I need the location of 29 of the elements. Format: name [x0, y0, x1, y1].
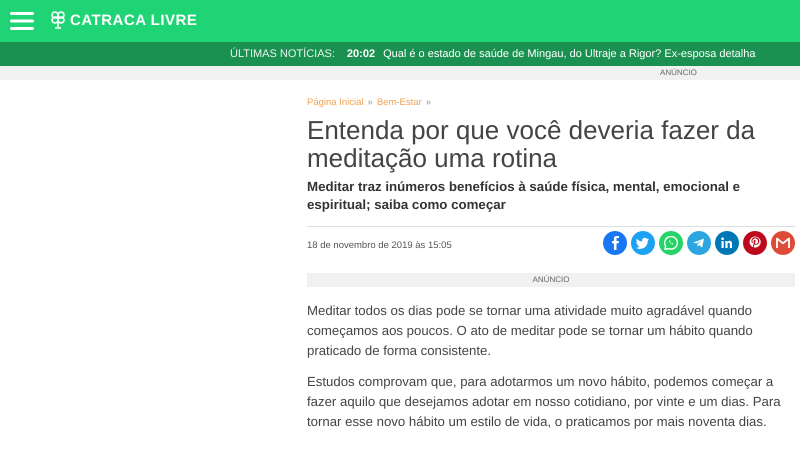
menu-icon: [10, 12, 34, 30]
ticker-label: ÚLTIMAS NOTÍCIAS:: [230, 46, 335, 62]
pinterest-icon: [748, 236, 762, 250]
share-button[interactable]: [603, 231, 627, 256]
ad-label: ANÚNCIO: [660, 67, 697, 79]
breadcrumb-link[interactable]: Bem-Estar: [376, 96, 422, 110]
ticker-headline[interactable]: Qual é o estado de saúde de Mingau, do Ultraje a Rigor? Ex-esposa detalha: [383, 46, 756, 62]
breadcrumb-link[interactable]: Página Inicial: [307, 96, 364, 110]
share-button[interactable]: [743, 231, 767, 256]
ad-label: ANÚNCIO: [532, 275, 570, 284]
article-date: 18 de novembro de 2019 às 15:05: [307, 239, 452, 254]
article-title: Entenda por que você deveria fazer da meditação uma rotina: [307, 116, 756, 172]
facebook-icon: [612, 236, 618, 250]
share-button[interactable]: [687, 231, 711, 256]
share-button[interactable]: [715, 231, 739, 256]
logo-icon: [50, 11, 66, 31]
article-paragraph: Estudos comprovam que, para adotarmos um novo hábito, podemos começar a fazer aquilo que desejamos adotar em nosso cotidiano, por vinte e um dias. Para tornar esse novo hábito um estilo de vida, o praticamos por mais noventa dias.: [307, 373, 782, 432]
article-paragraph: Meditar todos os dias pode se tornar uma atividade muito agradável quando começamos aos poucos. O ato de meditar pode se tornar um hábito quando praticado de forma consistente.: [307, 302, 754, 360]
twitter-icon: [636, 236, 650, 250]
linkedin-icon: [720, 236, 734, 250]
breadcrumb-separator: »: [368, 96, 373, 110]
logo[interactable]: CATRACA LIVRE: [50, 10, 198, 32]
share-button[interactable]: [631, 231, 655, 256]
ticker-time: 20:02: [346, 46, 376, 62]
breadcrumb-separator: »: [426, 96, 431, 110]
mail-icon: [776, 236, 790, 250]
whatsapp-icon: [664, 236, 678, 250]
article-subtitle: Meditar traz inúmeros benefícios à saúde física, mental, emocional e espiritual; saiba como começar: [307, 178, 742, 214]
share-button[interactable]: [771, 231, 795, 256]
